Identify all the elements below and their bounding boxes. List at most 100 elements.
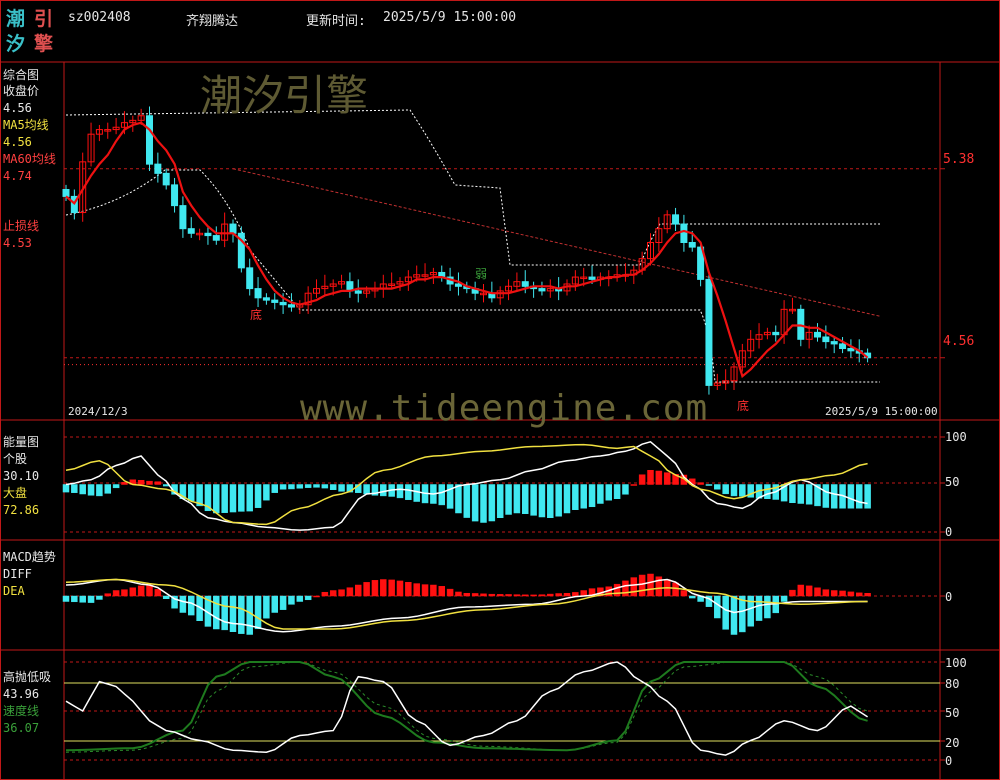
macd-bar <box>263 595 270 619</box>
tide-title: 高抛低吸 <box>3 670 52 684</box>
date-end: 2025/5/9 15:00:00 <box>825 405 938 418</box>
energy-bar <box>405 484 412 500</box>
macd-bar <box>71 595 78 603</box>
macd-bar <box>62 595 70 602</box>
macd-bar <box>480 593 487 597</box>
energy-bar <box>797 484 805 504</box>
macd-bar <box>572 592 579 597</box>
macd-bar <box>329 590 337 597</box>
energy-bar <box>730 484 738 497</box>
energy-bar <box>588 484 596 508</box>
energy-bar <box>864 484 871 509</box>
ma60-value: 4.74 <box>3 169 32 183</box>
macd-bar <box>363 582 370 597</box>
energy-bar <box>79 484 86 495</box>
macd-axis-0: 0 <box>945 590 953 604</box>
candle-down <box>187 228 195 234</box>
macd-diff-line <box>65 578 868 633</box>
macd-bar <box>380 579 387 597</box>
macd-bar <box>714 595 721 619</box>
candle-down <box>246 267 254 290</box>
indicator-lines <box>65 121 869 379</box>
energy-bar <box>471 484 479 522</box>
energy-bar <box>764 484 771 499</box>
candle-down <box>672 214 680 225</box>
energy-bar <box>572 484 579 510</box>
energy-bar <box>697 482 704 485</box>
candle-down <box>521 281 529 287</box>
energy-bar <box>112 484 120 489</box>
tide-speed-value: 36.07 <box>3 721 40 735</box>
macd-bar <box>271 595 278 613</box>
macd-title: MACD趋势 <box>3 550 56 564</box>
macd-bar <box>288 595 295 605</box>
macd-bar <box>154 589 162 597</box>
energy-bar <box>413 484 420 502</box>
macd-diff-label: DIFF <box>3 567 32 581</box>
candle-down <box>146 115 153 165</box>
macd-bar <box>188 595 195 616</box>
energy-bar <box>62 484 70 493</box>
energy-title: 能量图 <box>3 435 40 449</box>
macd-bar <box>505 594 512 597</box>
macd-bar <box>805 585 813 597</box>
candle-down <box>154 163 162 174</box>
energy-bar <box>488 484 496 522</box>
energy-bar <box>655 470 663 485</box>
energy-bar <box>455 484 462 514</box>
energy-bar <box>146 480 153 485</box>
macd-bar <box>672 582 679 597</box>
macd-bar <box>455 591 462 597</box>
macd-bar <box>313 595 320 598</box>
macd-bar <box>296 595 304 602</box>
macd-bar <box>797 584 805 597</box>
macd-bar <box>87 595 95 603</box>
macd-bar <box>405 582 412 597</box>
candle-down <box>797 308 805 340</box>
macd-bar <box>371 580 379 597</box>
macd-bar <box>856 592 863 597</box>
energy-axis-100: 100 <box>945 430 967 444</box>
macd-bar <box>96 595 103 600</box>
stop-value: 4.53 <box>3 236 32 250</box>
macd-bar <box>513 594 521 597</box>
macd-bar <box>496 594 504 597</box>
macd-bar <box>764 595 771 619</box>
energy-bar <box>188 484 195 502</box>
macd-dea-label: DEA <box>3 584 25 598</box>
candle-down <box>262 297 270 301</box>
candle-down <box>162 172 170 186</box>
candle-down <box>588 276 596 280</box>
energy-bar <box>647 470 654 485</box>
macd-bar <box>555 593 562 597</box>
energy-bar <box>338 484 345 492</box>
macd-bar <box>213 595 220 630</box>
close-label: 收盘价 <box>3 84 40 98</box>
candle-down <box>229 223 237 234</box>
energy-bar <box>522 484 529 514</box>
watermark-brand: 潮汐引擎 <box>200 71 369 120</box>
tide-value: 43.96 <box>3 687 40 701</box>
macd-bar <box>162 595 170 599</box>
date-start: 2024/12/3 <box>68 405 128 418</box>
energy-bar <box>313 484 320 488</box>
macd-bar <box>739 595 746 633</box>
candle-down <box>212 235 220 241</box>
candle-down <box>179 205 187 230</box>
macd-bar <box>279 595 287 610</box>
macd-bar <box>121 589 128 597</box>
energy-bar <box>622 484 629 495</box>
tide-axis-80: 80 <box>945 677 960 691</box>
macd-bar <box>112 590 120 597</box>
price-axis-low: 4.56 <box>943 334 975 349</box>
energy-bar <box>213 484 220 514</box>
energy-stock-label: 个股 <box>3 452 28 466</box>
energy-bar <box>154 481 162 485</box>
macd-bar <box>471 593 479 597</box>
macd-bar <box>446 588 454 597</box>
energy-bar <box>705 484 713 486</box>
ma60-label: MA60均线 <box>3 152 56 166</box>
energy-market-label: 大盘 <box>3 486 28 500</box>
energy-bar <box>229 484 237 513</box>
ma5-value: 4.56 <box>3 135 32 149</box>
